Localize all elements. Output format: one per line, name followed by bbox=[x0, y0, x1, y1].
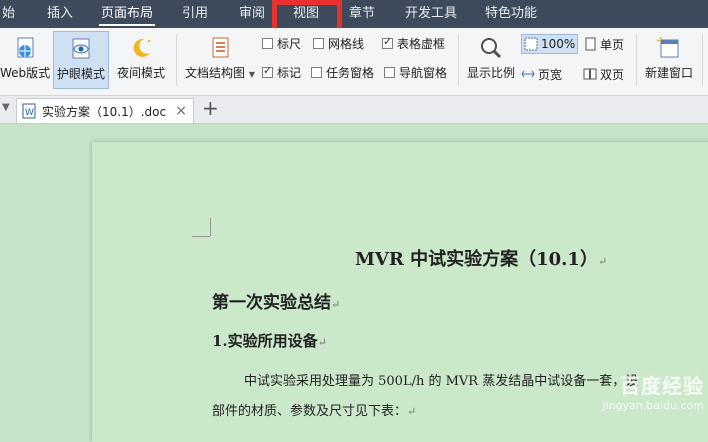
tab-list-arrow-icon[interactable]: ▼ bbox=[2, 102, 10, 113]
zoom-100-label: 100% bbox=[541, 37, 576, 51]
nav-pane-label: 导航窗格 bbox=[399, 65, 448, 80]
double-page-label: 双页 bbox=[600, 67, 625, 82]
doc-structure-button[interactable]: 文档结构图 ▼ bbox=[184, 31, 256, 89]
table-gridlines-label: 表格虚框 bbox=[397, 36, 446, 51]
eye-protect-label: 护眼模式 bbox=[56, 67, 105, 81]
paragraph-line-2: 部件的材质、参数及尺寸见下表：↵ bbox=[212, 400, 416, 419]
document-tab[interactable]: W 实验方案（10.1）.doc × bbox=[16, 98, 194, 123]
heading1-text: 第一次实验总结 bbox=[212, 293, 331, 313]
gridlines-checkbox[interactable]: 网格线 bbox=[313, 34, 364, 52]
document-tab-label: 实验方案（10.1）.doc bbox=[42, 104, 167, 119]
document-tab-bar: ▼ W 实验方案（10.1）.doc × + bbox=[0, 96, 708, 124]
ruler-label: 标尺 bbox=[277, 36, 302, 51]
ruler-checkbox[interactable]: 标尺 bbox=[262, 34, 301, 52]
heading-first-summary: 第一次实验总结↵ bbox=[212, 288, 340, 313]
paragraph-mark: ↵ bbox=[407, 405, 417, 418]
page-width-label: 页宽 bbox=[538, 67, 563, 82]
magnifier-icon bbox=[481, 38, 502, 59]
task-pane-check-icon bbox=[311, 66, 322, 78]
marks-check-icon bbox=[262, 64, 273, 78]
paragraph-line-1: 中试实验采用处理量为 500L/h 的 MVR 蒸发结晶中试设备一套，设 bbox=[244, 374, 639, 389]
chevron-down-icon: ▼ bbox=[248, 70, 255, 79]
zoom-100-button[interactable]: 100% bbox=[521, 34, 579, 54]
tab-review[interactable]: 审阅 bbox=[239, 0, 265, 28]
ribbon-toolbar: Web版式 护眼模式 夜间模式 文档结构图 ▼ 标尺 网格线 ✓ 表格虚框 ✓ … bbox=[0, 28, 708, 96]
new-window-button[interactable]: 新建窗口 bbox=[641, 31, 697, 89]
zoom-label: 显示比例 bbox=[466, 66, 515, 80]
new-window-icon bbox=[656, 36, 679, 58]
menu-bar: 始 插入 页面布局 引用 审阅 视图 章节 开发工具 特色功能 bbox=[0, 0, 708, 28]
single-page-icon bbox=[585, 37, 596, 51]
web-layout-label: Web版式 bbox=[0, 66, 51, 80]
double-page-icon bbox=[583, 68, 597, 80]
moon-icon bbox=[133, 38, 151, 57]
tab-references[interactable]: 引用 bbox=[182, 0, 208, 28]
doc-structure-icon bbox=[212, 37, 229, 58]
paragraph-line-2-text: 部件的材质、参数及尺寸见下表： bbox=[212, 404, 408, 419]
single-page-label: 单页 bbox=[600, 37, 625, 52]
page-width-icon bbox=[521, 70, 535, 78]
task-pane-checkbox[interactable]: 任务窗格 bbox=[311, 63, 374, 81]
word-doc-icon: W bbox=[22, 103, 36, 119]
web-layout-icon bbox=[17, 37, 34, 58]
night-mode-label: 夜间模式 bbox=[116, 66, 165, 80]
doc-structure-label: 文档结构图 bbox=[185, 66, 246, 80]
paragraph-mark: ↵ bbox=[317, 336, 327, 349]
close-tab-icon[interactable]: × bbox=[175, 103, 187, 119]
web-layout-button[interactable]: Web版式 bbox=[0, 31, 50, 89]
double-page-button[interactable]: 双页 bbox=[583, 64, 624, 84]
tab-start[interactable]: 始 bbox=[2, 0, 15, 28]
eye-protect-icon bbox=[72, 38, 90, 59]
tab-features[interactable]: 特色功能 bbox=[485, 0, 537, 28]
zoom-button[interactable]: 显示比例 bbox=[465, 31, 517, 89]
new-window-label: 新建窗口 bbox=[644, 66, 693, 80]
ribbon-separator bbox=[702, 34, 703, 86]
tab-page-layout[interactable]: 页面布局 bbox=[98, 0, 156, 28]
task-pane-label: 任务窗格 bbox=[326, 65, 375, 80]
gridlines-check-icon bbox=[313, 37, 324, 49]
nav-pane-checkbox[interactable]: 导航窗格 bbox=[384, 63, 447, 81]
ribbon-separator bbox=[176, 34, 177, 86]
svg-text:W: W bbox=[25, 108, 34, 118]
paragraph-mark: ↵ bbox=[597, 255, 608, 268]
marks-checkbox[interactable]: 标记 bbox=[262, 63, 301, 81]
ribbon-separator bbox=[458, 34, 459, 86]
table-gridlines-check-icon bbox=[382, 35, 393, 49]
document-title-text: MVR 中试实验方案（10.1） bbox=[355, 249, 598, 270]
table-gridlines-checkbox[interactable]: 表格虚框 bbox=[382, 34, 445, 52]
watermark-line1: 百度经验 bbox=[620, 374, 704, 398]
tab-view[interactable]: 视图 bbox=[293, 0, 319, 28]
watermark: 百度经验 jingyan.baidu.com bbox=[602, 370, 704, 412]
ribbon-separator bbox=[636, 34, 637, 86]
tab-insert[interactable]: 插入 bbox=[47, 0, 73, 28]
night-mode-button[interactable]: 夜间模式 bbox=[113, 31, 169, 89]
marks-label: 标记 bbox=[277, 65, 302, 80]
eye-protect-button[interactable]: 护眼模式 bbox=[53, 31, 109, 89]
tab-chapter[interactable]: 章节 bbox=[349, 0, 375, 28]
zoom-100-icon bbox=[524, 37, 538, 51]
add-tab-icon[interactable]: + bbox=[202, 96, 219, 120]
single-page-button[interactable]: 单页 bbox=[583, 34, 624, 54]
nav-pane-check-icon bbox=[384, 66, 395, 78]
ruler-check-icon bbox=[262, 37, 273, 49]
tab-developer[interactable]: 开发工具 bbox=[405, 0, 457, 28]
heading2-text: 1.实验所用设备 bbox=[212, 332, 318, 350]
watermark-line2: jingyan.baidu.com bbox=[602, 399, 704, 412]
gridlines-label: 网格线 bbox=[328, 36, 365, 51]
paragraph-mark: ↵ bbox=[331, 298, 341, 311]
document-title: MVR 中试实验方案（10.1）↵ bbox=[355, 245, 607, 271]
page-width-button[interactable]: 页宽 bbox=[521, 64, 562, 84]
heading-equipment: 1.实验所用设备↵ bbox=[212, 330, 327, 351]
